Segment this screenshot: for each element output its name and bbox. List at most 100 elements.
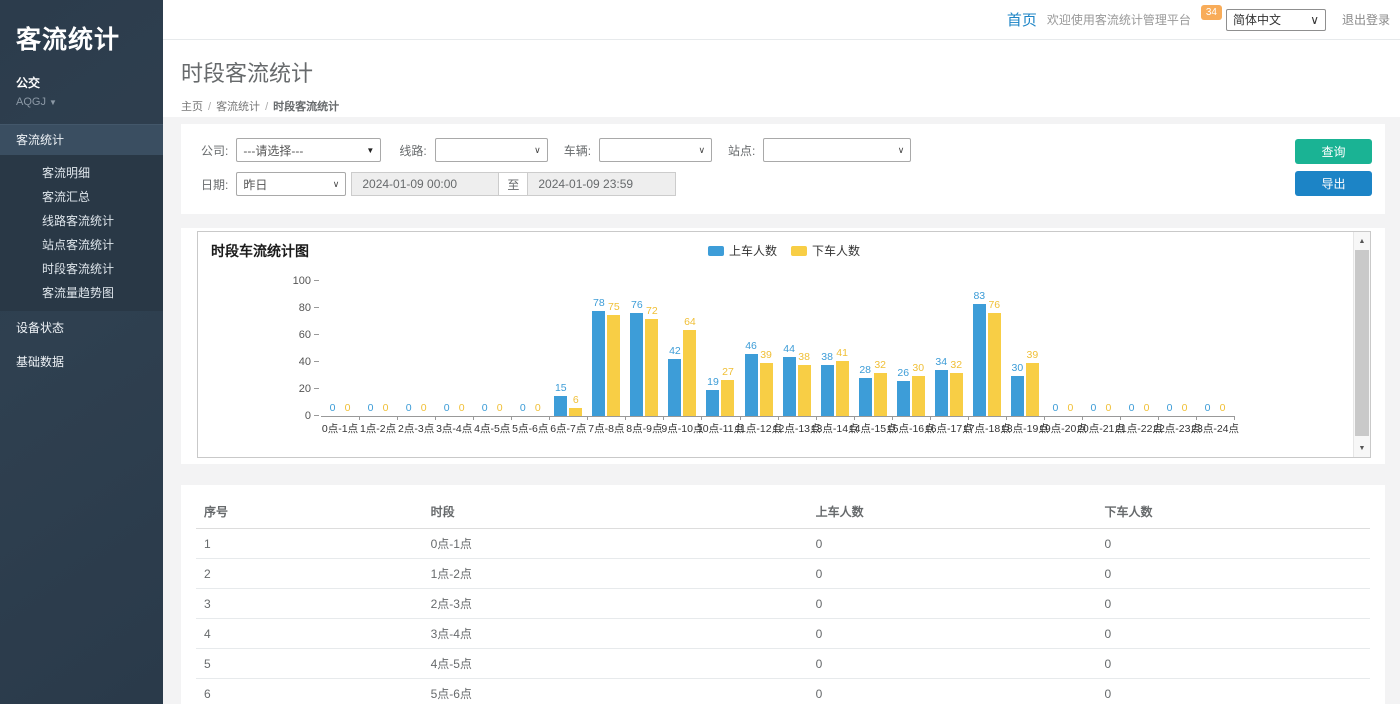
x-axis-label: 2点-3点 (398, 421, 434, 436)
bar-上车人数[interactable]: 38 (821, 365, 834, 416)
bar-value-label: 39 (1027, 349, 1039, 361)
y-axis-tickmark (314, 415, 319, 416)
chevron-down-icon: ∨ (1310, 13, 1319, 27)
bar-value-label: 44 (783, 343, 795, 355)
legend-item-下车人数[interactable]: 下车人数 (791, 242, 860, 259)
org-code-dropdown[interactable]: AQGJ▼ (16, 96, 163, 108)
chart-scrollbar[interactable]: ▲ ▼ (1353, 232, 1370, 457)
bar-下车人数[interactable]: 27 (721, 380, 734, 416)
query-button[interactable]: 查询 (1295, 139, 1372, 164)
bar-下车人数[interactable]: 76 (988, 313, 1001, 416)
line-select[interactable]: ∨ (435, 138, 548, 162)
chevron-down-icon: ∨ (333, 179, 340, 190)
bar-value-label: 27 (722, 366, 734, 378)
bar-下车人数[interactable]: 64 (683, 330, 696, 416)
home-link[interactable]: 首页 (1007, 9, 1037, 30)
sidebar-section-客流统计[interactable]: 客流统计 (0, 124, 163, 155)
breadcrumb-item[interactable]: 主页 (181, 101, 203, 113)
sidebar-item-设备状态[interactable]: 设备状态 (0, 311, 163, 345)
bar-上车人数[interactable]: 44 (783, 357, 796, 416)
table-cell: 0 (1096, 589, 1370, 619)
bar-value-label: 19 (707, 376, 719, 388)
top-bar: 首页 欢迎使用客流统计管理平台 34 简体中文 ∨ 退出登录 (163, 0, 1400, 40)
bar-value-label: 76 (988, 299, 1000, 311)
sidebar-item-基础数据[interactable]: 基础数据 (0, 345, 163, 379)
bar-上车人数[interactable]: 19 (706, 390, 719, 416)
sidebar-item-客流明细[interactable]: 客流明细 (0, 161, 163, 185)
notification-badge[interactable]: 34 (1201, 5, 1222, 20)
date-from-input[interactable]: 2024-01-09 00:00 (351, 172, 499, 196)
legend-item-上车人数[interactable]: 上车人数 (708, 242, 777, 259)
bar-上车人数[interactable]: 15 (554, 396, 567, 416)
bar-上车人数[interactable]: 78 (592, 311, 605, 416)
bar-value-label: 0 (482, 402, 488, 414)
bar-group: 443812点-13点 (778, 282, 816, 416)
bar-上车人数[interactable]: 83 (973, 304, 986, 416)
y-axis-tickmark (314, 307, 319, 308)
bar-value-label: 0 (1144, 402, 1150, 414)
bar-下车人数[interactable]: 6 (569, 408, 582, 416)
bar-上车人数[interactable]: 28 (859, 378, 872, 416)
bar-group: 004点-5点 (473, 282, 511, 416)
bar-下车人数[interactable]: 32 (950, 373, 963, 416)
company-select[interactable]: ---请选择--- ▼ (236, 138, 381, 162)
bar-group: 0020点-21点 (1082, 282, 1120, 416)
logout-link[interactable]: 退出登录 (1342, 11, 1390, 28)
bar-下车人数[interactable]: 30 (912, 376, 925, 417)
table-cell: 5点-6点 (423, 679, 808, 704)
bar-group: 384113点-14点 (816, 282, 854, 416)
bar-上车人数[interactable]: 34 (935, 370, 948, 416)
date-preset-select[interactable]: 昨日 ∨ (236, 172, 346, 196)
export-button[interactable]: 导出 (1295, 171, 1372, 196)
chart-panel: 时段车流统计图 上车人数下车人数 000点-1点001点-2点002点-3点00… (181, 228, 1385, 464)
bar-group: 0021点-22点 (1120, 282, 1158, 416)
bar-上车人数[interactable]: 42 (668, 359, 681, 416)
date-to-input[interactable]: 2024-01-09 23:59 (527, 172, 676, 196)
scroll-up-icon[interactable]: ▲ (1354, 233, 1370, 249)
breadcrumb-separator: / (208, 101, 211, 113)
station-select[interactable]: ∨ (763, 138, 911, 162)
sidebar-item-站点客流统计[interactable]: 站点客流统计 (0, 233, 163, 257)
bar-group: 283214点-15点 (854, 282, 892, 416)
bar-group: 837617点-18点 (968, 282, 1006, 416)
bar-下车人数[interactable]: 39 (1026, 363, 1039, 416)
sidebar-item-线路客流统计[interactable]: 线路客流统计 (0, 209, 163, 233)
bar-value-label: 76 (631, 299, 643, 311)
breadcrumb-item[interactable]: 客流统计 (216, 101, 260, 113)
y-axis-tick: 80 (299, 302, 311, 314)
table-row: 10点-1点00 (196, 529, 1370, 559)
company-value: ---请选择--- (243, 142, 303, 159)
sidebar-item-时段客流统计[interactable]: 时段客流统计 (0, 257, 163, 281)
bar-下车人数[interactable]: 72 (645, 319, 658, 416)
x-axis-label: 0点-1点 (322, 421, 358, 436)
vehicle-select[interactable]: ∨ (599, 138, 712, 162)
bar-group: 002点-3点 (397, 282, 435, 416)
bar-下车人数[interactable]: 41 (836, 361, 849, 416)
scroll-down-icon[interactable]: ▼ (1354, 440, 1370, 456)
bar-下车人数[interactable]: 38 (798, 365, 811, 416)
sidebar-item-客流量趋势图[interactable]: 客流量趋势图 (0, 281, 163, 305)
bar-下车人数[interactable]: 75 (607, 315, 620, 416)
x-axis-label: 7点-8点 (588, 421, 624, 436)
breadcrumb-item[interactable]: 时段客流统计 (273, 101, 339, 113)
line-label: 线路: (399, 142, 426, 159)
scrollbar-thumb[interactable] (1355, 250, 1369, 436)
bar-上车人数[interactable]: 26 (897, 381, 910, 416)
welcome-text: 欢迎使用客流统计管理平台 (1047, 11, 1191, 28)
bar-上车人数[interactable]: 46 (745, 354, 758, 416)
language-select[interactable]: 简体中文 ∨ (1226, 9, 1326, 31)
bar-下车人数[interactable]: 39 (760, 363, 773, 416)
table-cell: 0 (1096, 649, 1370, 679)
bar-value-label: 0 (1091, 402, 1097, 414)
table-cell: 1点-2点 (423, 559, 808, 589)
y-axis-tickmark (314, 361, 319, 362)
bar-上车人数[interactable]: 76 (630, 313, 643, 416)
sidebar-item-客流汇总[interactable]: 客流汇总 (0, 185, 163, 209)
x-axis-label: 3点-4点 (436, 421, 472, 436)
bar-value-label: 32 (950, 359, 962, 371)
bar-value-label: 38 (798, 351, 810, 363)
bar-上车人数[interactable]: 30 (1011, 376, 1024, 417)
table-header-上车人数: 上车人数 (808, 495, 1097, 529)
sidebar-submenu: 客流明细客流汇总线路客流统计站点客流统计时段客流统计客流量趋势图 (0, 155, 163, 311)
bar-下车人数[interactable]: 32 (874, 373, 887, 416)
